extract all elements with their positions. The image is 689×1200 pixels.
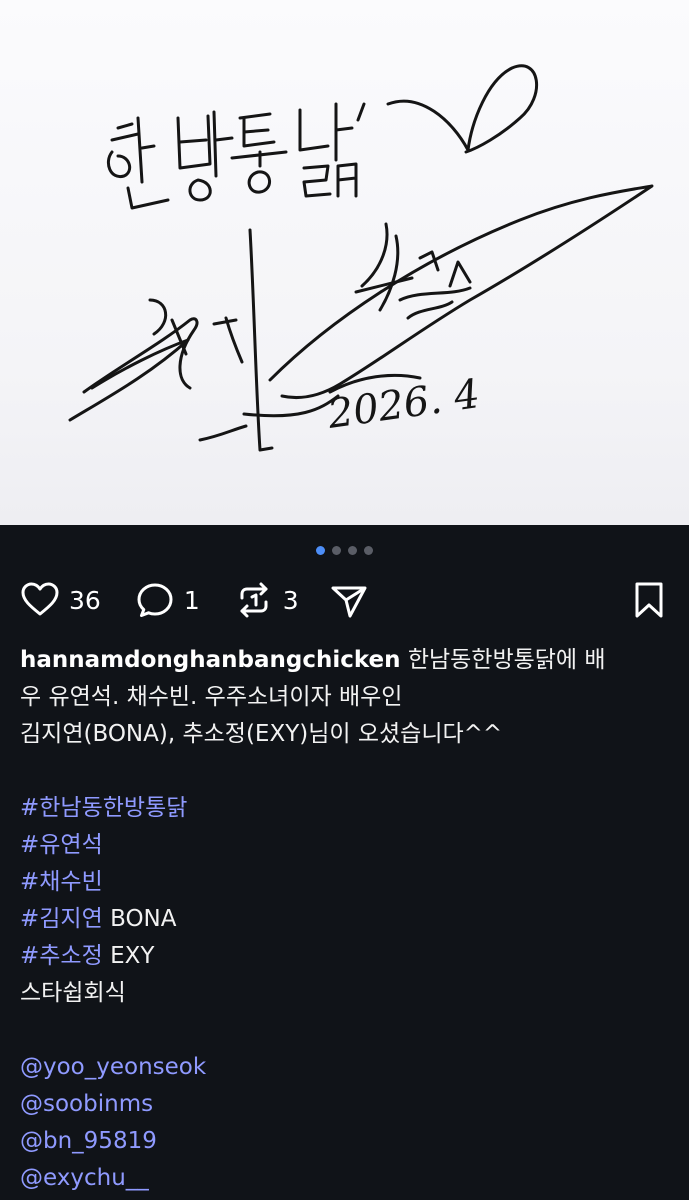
hashtag-link[interactable]: #유연석 (20, 832, 103, 858)
carousel-dot-1[interactable] (316, 546, 325, 555)
repost-count: 3 (282, 585, 299, 615)
caption-plain-line: 스타쉽회식 (20, 980, 126, 1006)
comment-button[interactable]: 1 (135, 580, 200, 620)
send-icon (331, 586, 367, 618)
carousel-indicator[interactable] (0, 546, 689, 558)
caption-text: 한남동한방통닭에 배 (407, 647, 606, 673)
repost-button[interactable]: 3 (234, 580, 299, 620)
autograph-drawing: 2026. 4 (68, 64, 654, 452)
mention-link[interactable]: @yoo_yeonseok (20, 1049, 670, 1086)
bookmark-icon (635, 582, 663, 618)
share-button[interactable] (329, 580, 369, 620)
comment-count: 1 (183, 585, 200, 615)
hashtag-line: #채수빈 (20, 864, 670, 901)
heart-icon (21, 582, 59, 616)
carousel-dot-4[interactable] (364, 546, 373, 555)
signature-date: 2026. 4 (324, 371, 483, 438)
post-image[interactable]: 2026. 4 (0, 0, 689, 525)
mention-link[interactable]: @soobinms (20, 1086, 670, 1123)
hashtag-link[interactable]: #채수빈 (20, 869, 103, 895)
carousel-dot-2[interactable] (332, 546, 341, 555)
bookmark-button[interactable] (629, 580, 669, 620)
hashtag-line: #추소정 EXY (20, 938, 670, 975)
hashtag-link[interactable]: #김지연 (20, 906, 103, 932)
hashtag-link[interactable]: #한남동한방통닭 (20, 795, 187, 821)
hashtag-line: #김지연 BONA (20, 901, 670, 938)
repost-icon (240, 582, 268, 618)
hashtag-line: #한남동한방통닭 (20, 790, 670, 827)
carousel-dot-3[interactable] (348, 546, 357, 555)
caption-line-2: 우 유연석. 채수빈. 우주소녀이자 배우인 (20, 684, 403, 710)
post-caption: hannamdonghanbangchicken 한남동한방통닭에 배 우 유연… (20, 642, 670, 1197)
like-button[interactable]: 36 (20, 580, 101, 620)
hashtag-suffix: BONA (110, 906, 177, 932)
hashtag-link[interactable]: #추소정 (20, 943, 103, 969)
comment-bubble-icon (137, 583, 173, 617)
action-bar: 36 1 3 (20, 578, 669, 622)
hashtag-suffix: EXY (110, 943, 155, 969)
caption-line-1: hannamdonghanbangchicken 한남동한방통닭에 배 (20, 642, 670, 679)
hashtag-line: #유연석 (20, 827, 670, 864)
mention-link[interactable]: @bn_95819 (20, 1123, 670, 1160)
like-count: 36 (69, 585, 101, 615)
username-link[interactable]: hannamdonghanbangchicken (20, 647, 401, 673)
caption-line-3: 김지연(BONA), 추소정(EXY)님이 오셨습니다^^ (20, 721, 503, 747)
mention-link[interactable]: @exychu__ (20, 1160, 670, 1197)
